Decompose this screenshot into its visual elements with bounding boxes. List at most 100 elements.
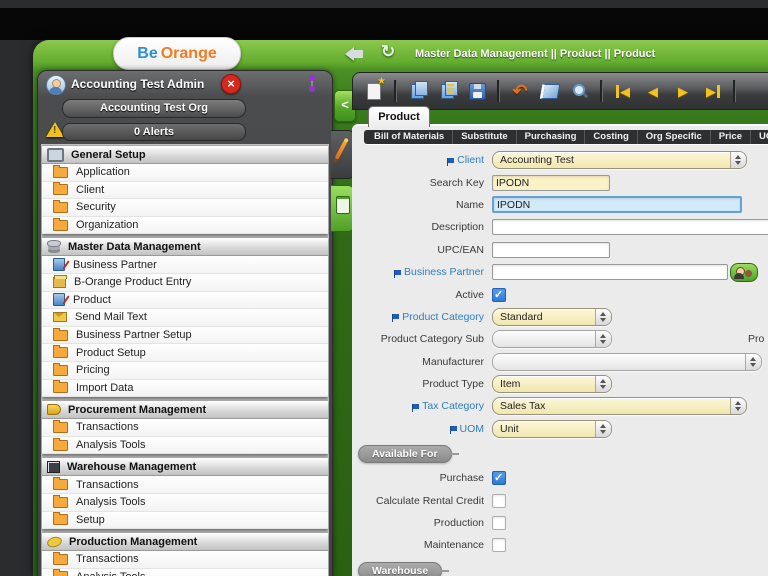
back-icon[interactable] [345, 47, 367, 62]
purchase-checkbox[interactable] [492, 471, 506, 485]
active-checkbox[interactable] [492, 288, 506, 302]
calculate-rental-credit-label: Calculate Rental Credit [352, 495, 484, 507]
product-type-label: Product Type [352, 378, 484, 390]
description-label: Description [352, 221, 484, 233]
subtab-substitute[interactable]: Substitute [452, 130, 515, 144]
history-button[interactable] [537, 78, 563, 104]
tree-item-client[interactable]: Client [42, 182, 328, 200]
client-select[interactable]: Accounting Test [492, 151, 747, 169]
copy-icon [411, 84, 424, 99]
save-button[interactable] [464, 78, 490, 104]
history-book-icon [540, 84, 561, 99]
calculator-icon [336, 196, 350, 214]
stepper-icon [595, 331, 611, 347]
logout-close-icon[interactable] [221, 74, 241, 94]
folder-icon [53, 382, 68, 393]
stepper-icon [730, 398, 746, 414]
production-checkbox[interactable] [492, 516, 506, 530]
tree-section-production: Production Management Transactions Analy… [42, 532, 328, 576]
copy-record-button[interactable] [404, 78, 430, 104]
undo-button[interactable] [507, 78, 533, 104]
mandatory-flag-icon [451, 426, 457, 431]
tree-item-product[interactable]: Product [42, 292, 328, 310]
refresh-icon[interactable] [381, 42, 399, 62]
subtab-org-specific[interactable]: Org Specific [637, 130, 710, 144]
tree-item-production-analysis-tools[interactable]: Analysis Tools [42, 569, 328, 576]
tree-header-production[interactable]: Production Management [42, 532, 328, 551]
user-name: Accounting Test Admin [71, 77, 204, 91]
name-input[interactable] [492, 196, 742, 213]
tree-item-application[interactable]: Application [42, 164, 328, 182]
new-record-button[interactable] [361, 78, 387, 104]
business-partner-label: Business Partner [352, 266, 484, 278]
last-record-button[interactable] [700, 78, 726, 104]
search-key-label: Search Key [352, 177, 484, 189]
toolbar-separator [733, 80, 736, 102]
tree-item-product-setup[interactable]: Product Setup [42, 344, 328, 362]
name-label: Name [352, 199, 484, 211]
subtab-uom[interactable]: UOM [750, 130, 768, 144]
sidebar-header: Accounting Test Admin [38, 71, 332, 97]
tax-category-select[interactable]: Sales Tax [492, 397, 747, 415]
toolbar [352, 72, 768, 110]
folder-icon [53, 202, 68, 213]
next-record-button[interactable] [670, 78, 696, 104]
alerts-row: 0 Alerts [38, 121, 332, 141]
alerts-button[interactable]: 0 Alerts [62, 123, 246, 141]
warehouse-icon [47, 461, 60, 473]
description-input[interactable] [492, 219, 768, 235]
search-key-input[interactable] [492, 175, 610, 191]
tree-item-business-partner[interactable]: Business Partner [42, 256, 328, 274]
upc-ean-input[interactable] [492, 242, 610, 258]
previous-record-button[interactable] [640, 78, 666, 104]
folder-icon [53, 167, 68, 178]
tree-item-warehouse-transactions[interactable]: Transactions [42, 476, 328, 494]
org-button[interactable]: Accounting Test Org [62, 99, 246, 118]
first-record-button[interactable] [610, 78, 636, 104]
tab-product[interactable]: Product [368, 106, 430, 127]
tree-header-general-setup[interactable]: General Setup [42, 145, 328, 164]
tree-item-warehouse-setup[interactable]: Setup [42, 512, 328, 530]
tree-header-procurement[interactable]: Procurement Management [42, 400, 328, 419]
product-type-select[interactable]: Item [492, 375, 612, 393]
tree-item-procurement-analysis-tools[interactable]: Analysis Tools [42, 437, 328, 455]
subtab-bill-of-materials[interactable]: Bill of Materials [366, 130, 452, 144]
uom-select[interactable]: Unit [492, 420, 612, 438]
product-category-select[interactable]: Standard [492, 308, 612, 326]
subtab-bar: Bill of Materials Substitute Purchasing … [364, 130, 768, 144]
folder-icon [53, 184, 68, 195]
manufacturer-label: Manufacturer [352, 356, 484, 368]
lookup-button[interactable] [567, 78, 593, 104]
manufacturer-select[interactable] [492, 353, 762, 371]
tree-item-import-data[interactable]: Import Data [42, 380, 328, 398]
tree-section-master-data: Master Data Management Business Partner … [42, 237, 328, 397]
product-category-sub-select[interactable] [492, 330, 612, 348]
tree-item-pricing[interactable]: Pricing [42, 362, 328, 380]
package-icon [53, 277, 66, 288]
tree-header-master-data[interactable]: Master Data Management [42, 237, 328, 256]
tree-item-send-mail-text[interactable]: Send Mail Text [42, 309, 328, 327]
stepper-icon [595, 421, 611, 437]
resize-tool-icon[interactable] [306, 75, 318, 93]
tree-item-procurement-transactions[interactable]: Transactions [42, 419, 328, 437]
business-partner-lookup-icon[interactable] [730, 263, 758, 282]
tree-item-warehouse-analysis-tools[interactable]: Analysis Tools [42, 494, 328, 512]
tree-item-business-partner-setup[interactable]: Business Partner Setup [42, 327, 328, 345]
subtab-purchasing[interactable]: Purchasing [516, 130, 585, 144]
toolbar-separator [394, 80, 397, 102]
tree-item-borange-product-entry[interactable]: B-Orange Product Entry [42, 274, 328, 292]
tree-item-security[interactable]: Security [42, 199, 328, 217]
subtab-costing[interactable]: Costing [584, 130, 636, 144]
tree-item-production-transactions[interactable]: Transactions [42, 551, 328, 569]
folder-icon [53, 347, 68, 358]
copy-with-details-button[interactable] [434, 78, 460, 104]
maintenance-checkbox[interactable] [492, 538, 506, 552]
folder-icon [53, 479, 68, 490]
business-partner-icon [53, 258, 65, 271]
calculate-rental-credit-checkbox[interactable] [492, 494, 506, 508]
tree-item-organization[interactable]: Organization [42, 217, 328, 235]
section-warehouse: Warehouse [358, 562, 442, 576]
subtab-price[interactable]: Price [710, 130, 750, 144]
tree-header-warehouse[interactable]: Warehouse Management [42, 457, 328, 476]
business-partner-input[interactable] [492, 264, 728, 280]
